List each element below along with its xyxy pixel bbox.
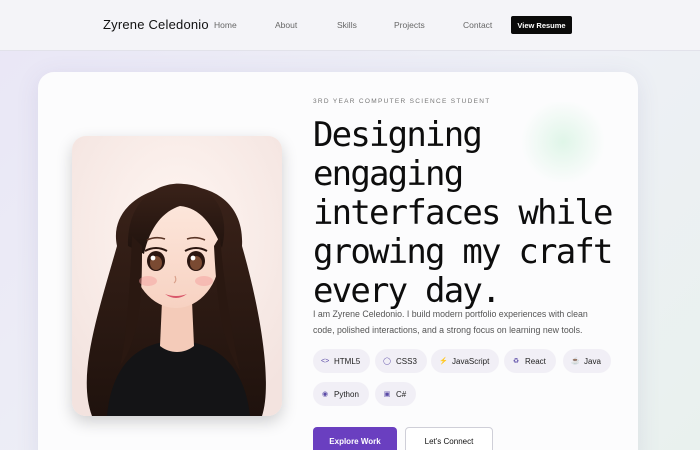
headline-line: engaging [313,154,464,194]
python-icon: ◉ [321,391,329,398]
skill-chip-csharp[interactable]: ▣ C# [375,382,417,406]
skill-chip-css3[interactable]: ◯ CSS3 [375,349,427,373]
brand-name[interactable]: Zyrene Celedonio [103,17,209,32]
skill-chip-label: React [525,356,546,366]
view-resume-button[interactable]: View Resume [511,16,572,34]
skill-chip-html5[interactable]: <> HTML5 [313,349,371,373]
nav-link-about[interactable]: About [275,20,297,30]
bolt-icon: ⚡ [439,358,448,365]
skill-chip-label: HTML5 [334,356,361,366]
nav-link-contact[interactable]: Contact [463,20,492,30]
intro-paragraph: I am Zyrene Celedonio. I build modern po… [313,306,623,338]
lets-connect-button[interactable]: Let's Connect [405,427,493,450]
explore-work-button[interactable]: Explore Work [313,427,397,450]
eyebrow-text: 3RD YEAR COMPUTER SCIENCE STUDENT [313,98,491,105]
skill-chip-react[interactable]: ♻ React [504,349,556,373]
skill-chip-label: JavaScript [452,356,490,366]
nav-link-projects[interactable]: Projects [394,20,425,30]
hero-card: 3RD YEAR COMPUTER SCIENCE STUDENT Design… [38,72,638,450]
intro-line: I am Zyrene Celedonio. I build modern po… [313,309,588,319]
skill-chip-label: CSS3 [396,356,417,366]
skill-chip-javascript[interactable]: ⚡ JavaScript [431,349,500,373]
headline-line: interfaces while [313,193,614,233]
skill-chip-python[interactable]: ◉ Python [313,382,369,406]
headline-line: Designing [313,115,483,155]
skill-chip-label: Python [334,389,359,399]
skill-chip-label: C# [396,389,407,399]
code-icon: <> [321,357,330,365]
atom-icon: ♻ [512,358,520,365]
nav-link-skills[interactable]: Skills [337,20,357,30]
css-icon: ◯ [383,358,391,365]
portrait-illustration [72,136,282,416]
csharp-icon: ▣ [383,391,391,398]
intro-line: code, polished interactions, and a stron… [313,325,583,335]
skill-chip-label: Java [584,356,601,366]
nav-link-home[interactable]: Home [214,20,237,30]
headline-line: growing my craft [313,232,614,272]
coffee-icon: ☕ [571,358,580,365]
hero-headline: Designing engaging interfaces while grow… [313,116,633,311]
skill-chip-java[interactable]: ☕ Java [563,349,611,373]
profile-portrait [72,136,282,416]
navbar: Zyrene Celedonio Home About Skills Proje… [0,0,700,51]
